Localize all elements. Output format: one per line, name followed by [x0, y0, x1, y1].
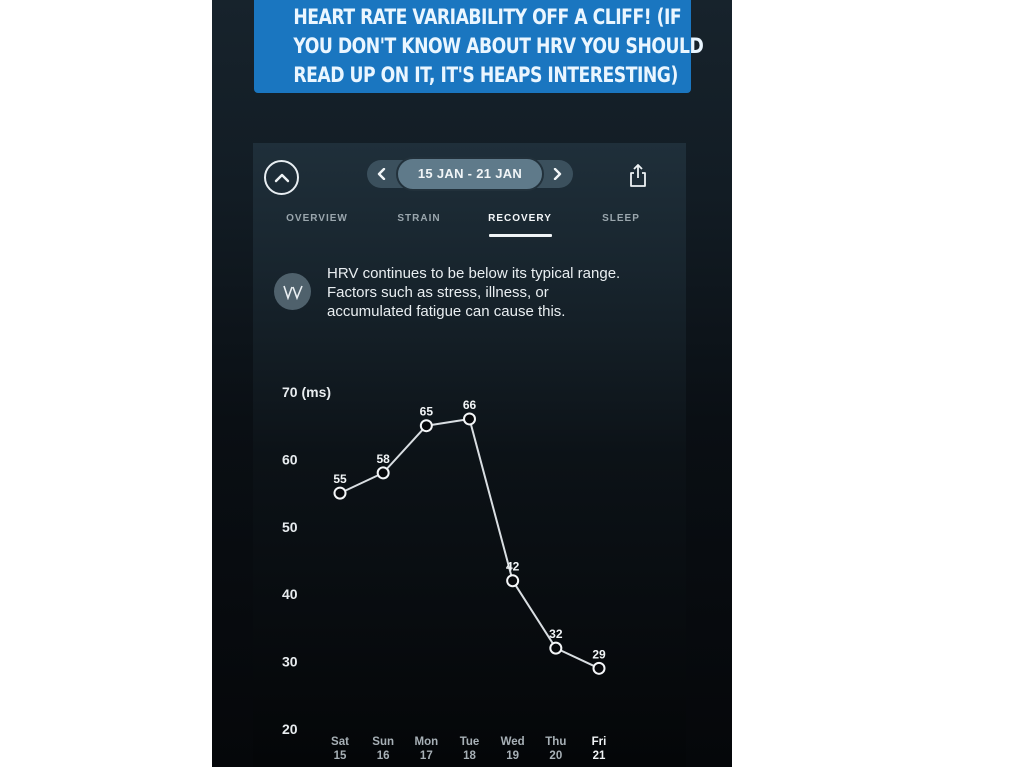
y-tick-label: 30 [282, 654, 298, 670]
x-tick-day: Sun [372, 736, 394, 748]
data-point-label: 58 [376, 452, 390, 466]
x-tick-day: Thu [545, 736, 566, 748]
y-tick-label: 40 [282, 586, 298, 602]
data-point-label: 55 [333, 472, 347, 486]
data-point-label: 66 [463, 398, 477, 412]
data-point-label: 42 [506, 560, 520, 574]
hrv-line-chart: 70 (ms) 60 50 40 30 20 Sat 15 Sun 16 Mon 17 Tue 18 Wed… [282, 384, 607, 762]
data-point-marker [376, 466, 390, 480]
data-point-label: 29 [592, 647, 606, 661]
data-point-marker [463, 412, 476, 426]
x-tick-date: 16 [377, 750, 390, 762]
data-point-marker [506, 574, 520, 588]
y-tick-label: 50 [282, 519, 298, 535]
x-tick-date: 20 [549, 750, 562, 762]
x-tick-date: 15 [334, 750, 347, 762]
data-point-label: 32 [549, 627, 563, 641]
data-point-marker [333, 486, 347, 500]
data-point-marker [419, 419, 433, 433]
x-tick-date: 19 [506, 750, 519, 762]
data-point-marker [592, 661, 606, 675]
x-tick-day: Fri [592, 736, 607, 748]
data-point-label: 65 [420, 405, 434, 419]
x-tick-date: 17 [420, 750, 433, 762]
data-point-marker [549, 641, 563, 655]
x-tick-day: Sat [331, 736, 349, 748]
x-tick-date: 18 [463, 750, 476, 762]
y-tick-label: 60 [282, 451, 298, 467]
y-tick-label: 20 [282, 721, 298, 737]
phone-screen: HEART RATE VARIABILITY OFF A CLIFF! (IF … [212, 0, 732, 767]
x-tick-day: Tue [460, 736, 480, 748]
x-tick-day: Wed [501, 736, 525, 748]
y-tick-label: 70 (ms) [282, 384, 331, 400]
x-tick-day: Mon [415, 736, 439, 748]
x-tick-date: 21 [593, 750, 606, 762]
